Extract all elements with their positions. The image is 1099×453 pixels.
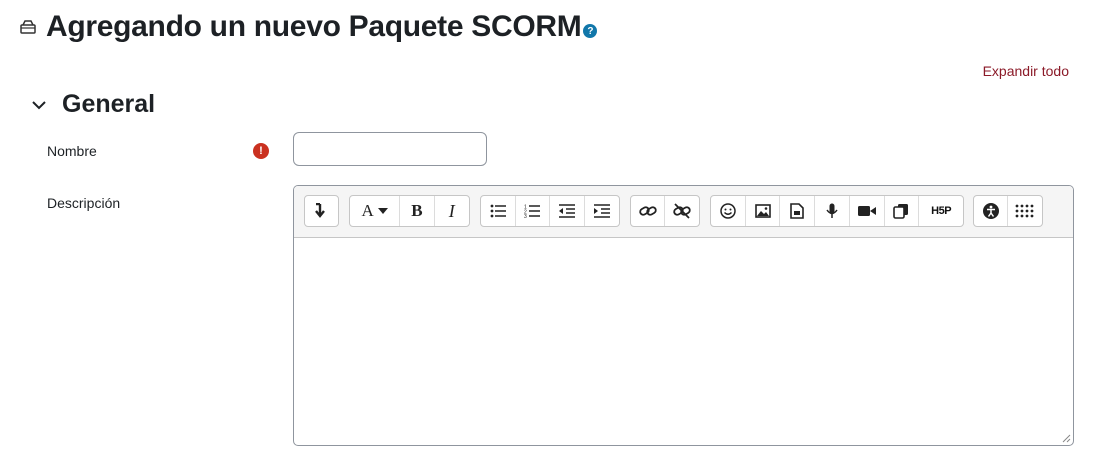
indent-icon[interactable] <box>585 196 619 226</box>
toolbar-group-accessibility <box>973 195 1043 227</box>
media-file-icon[interactable] <box>780 196 816 226</box>
section-toggle-general[interactable]: General <box>30 90 155 119</box>
link-icon[interactable] <box>631 196 666 226</box>
package-icon <box>20 19 37 36</box>
toolbar-group-style: A B I <box>349 195 470 227</box>
record-video-icon[interactable] <box>850 196 885 226</box>
description-textarea[interactable] <box>294 238 1073 445</box>
page-header: Agregando un nuevo Paquete SCORM ? <box>20 10 598 44</box>
required-icon: ! <box>253 143 269 159</box>
emoji-icon[interactable] <box>711 196 746 226</box>
expand-all-link[interactable]: Expandir todo <box>983 63 1069 79</box>
more-icon[interactable] <box>1008 196 1042 226</box>
description-label: Descripción <box>47 195 121 211</box>
unordered-list-icon[interactable] <box>481 196 516 226</box>
section-title: General <box>62 90 156 118</box>
italic-icon[interactable]: I <box>435 196 469 226</box>
outdent-icon[interactable] <box>550 196 585 226</box>
toolbar-group-media: H5P <box>710 195 964 227</box>
name-input[interactable] <box>293 132 487 166</box>
bold-icon[interactable]: B <box>400 196 435 226</box>
unlink-icon[interactable] <box>665 196 699 226</box>
chevron-down-icon <box>32 100 46 109</box>
ordered-list-icon[interactable]: 123 <box>516 196 550 226</box>
resize-handle-icon[interactable] <box>1062 434 1071 443</box>
toolbar-group-collapse <box>304 195 339 227</box>
image-icon[interactable] <box>746 196 781 226</box>
accessibility-checker-icon[interactable] <box>974 196 1009 226</box>
page-title: Agregando un nuevo Paquete SCORM <box>46 10 582 43</box>
svg-text:3: 3 <box>524 214 527 218</box>
record-audio-icon[interactable] <box>815 196 850 226</box>
toolbar-group-links <box>630 195 700 227</box>
collapse-icon[interactable] <box>305 196 338 226</box>
font-style-icon[interactable]: A <box>350 196 401 226</box>
toolbar-group-lists: 123 <box>480 195 620 227</box>
manage-files-icon[interactable] <box>885 196 920 226</box>
help-icon[interactable]: ? <box>583 24 598 38</box>
name-label: Nombre <box>47 143 97 159</box>
editor-toolbar: A B I 123 H5P <box>294 186 1073 238</box>
h5p-icon[interactable]: H5P <box>919 196 963 226</box>
description-editor: A B I 123 H5P <box>293 185 1074 446</box>
